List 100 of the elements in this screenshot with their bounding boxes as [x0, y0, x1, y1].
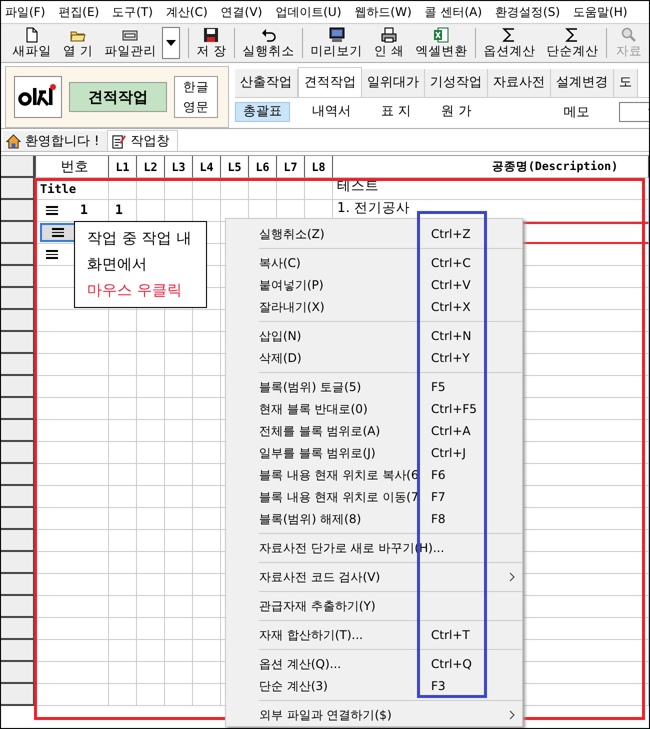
shortcut-text: F3 [431, 679, 446, 693]
menu-item[interactable]: 옵션 계산(Q)... [259, 656, 342, 672]
toolbar-button[interactable]: 새파일 [7, 24, 58, 62]
menu-item[interactable]: 관급자재 추출하기(Y) [259, 598, 376, 614]
row-header[interactable] [1, 332, 35, 354]
toolbar-button[interactable]: 실행취소 [237, 24, 300, 62]
row-header[interactable] [1, 222, 35, 244]
menu-item[interactable]: 단순 계산(3) [259, 678, 328, 694]
row-header[interactable] [1, 486, 35, 508]
table-cell [193, 662, 221, 684]
menu-item[interactable]: 웹하드(W) [354, 4, 421, 20]
tab[interactable]: 기성작업 [425, 69, 488, 97]
table-cell: Title [35, 178, 109, 200]
toolbar-button[interactable]: 인 쇄 [368, 24, 410, 62]
menu-item[interactable]: 블록 내용 현재 위치로 이동(7 [259, 488, 419, 506]
shortcut-text: Ctrl+A [431, 424, 471, 438]
table-cell [165, 552, 193, 574]
menu-item[interactable]: 블록 내용 현재 위치로 복사(6 [259, 466, 419, 484]
toolbar-button[interactable]: 파일관리 [98, 24, 162, 62]
row-header[interactable] [1, 618, 35, 640]
menu-item[interactable]: 블록(범위) 토글(5) [259, 378, 362, 396]
row-header[interactable] [1, 442, 35, 464]
table-cell [193, 508, 221, 530]
row-header[interactable] [1, 684, 35, 706]
row-header[interactable] [1, 200, 35, 222]
toolbar-button[interactable]: 열 기 [57, 24, 99, 62]
menu-item[interactable]: 파일(F) [5, 4, 54, 20]
row-header[interactable] [1, 398, 35, 420]
table-cell [193, 684, 221, 706]
table-cell [193, 376, 221, 398]
menu-item[interactable]: 실행취소(Z) [259, 226, 325, 242]
toolbar-button[interactable]: 엑셀변환 [410, 24, 473, 62]
column-header: L4 [193, 156, 221, 178]
row-header[interactable] [1, 530, 35, 552]
menu-item[interactable]: 자재 합산하기(T)... [259, 626, 363, 644]
menu-item[interactable]: 자료사전 코드 검사(V) [259, 568, 380, 586]
tab[interactable]: 설계변경 [551, 69, 614, 97]
shortcut-text: Ctrl+V [431, 278, 471, 292]
menu-item[interactable]: 현재 블록 반대로(0) [259, 400, 368, 418]
subtab[interactable]: 총괄표 [235, 102, 290, 122]
row-header[interactable] [1, 574, 35, 596]
toolbar-button[interactable]: 옵션계산 [478, 24, 541, 62]
menu-item[interactable]: 블록(범위) 해제(8) [259, 510, 362, 528]
subtab[interactable]: 표 지 [373, 102, 420, 122]
row-header[interactable] [1, 508, 35, 530]
row-header[interactable] [1, 354, 35, 376]
menu-item[interactable]: 업데이트(U) [275, 4, 350, 20]
row-header[interactable] [1, 266, 35, 288]
tab[interactable]: 도 [614, 69, 638, 97]
menu-item[interactable]: 잘라내기(X) [259, 298, 325, 316]
subtab[interactable]: 내역서 [304, 102, 359, 122]
tab[interactable]: 산출작업 [235, 69, 298, 97]
table-cell [165, 618, 193, 640]
column-header: L3 [165, 156, 193, 178]
table-cell [165, 508, 193, 530]
row-header[interactable] [1, 376, 35, 398]
mode-button[interactable]: 견적작업 [69, 82, 167, 112]
dropdown-button[interactable] [162, 27, 180, 59]
menu-item[interactable]: 외부 파일과 연결하기($) [259, 706, 392, 724]
table-cell [137, 398, 165, 420]
menu-item[interactable]: 편집(E) [58, 4, 108, 20]
toolbar-button[interactable]: 저 장 [190, 24, 232, 62]
menu-item[interactable]: 환경설정(S) [495, 4, 570, 20]
menu-item[interactable]: 삽입(N) [259, 328, 302, 344]
table-cell [109, 310, 137, 332]
language-button[interactable]: 한글 영문 [174, 76, 218, 118]
menu-item[interactable]: 도움말(H) [573, 4, 636, 20]
row-header[interactable] [1, 178, 35, 200]
menu-item[interactable]: 삭제(D) [259, 350, 302, 366]
toolbar-button[interactable]: 미리보기 [305, 24, 368, 62]
row-header[interactable] [1, 420, 35, 442]
row-header[interactable] [1, 662, 35, 684]
row-header[interactable] [1, 288, 35, 310]
menu-item[interactable]: 복사(C) [259, 254, 301, 272]
table-cell [109, 618, 137, 640]
tab[interactable]: 자료사전 [488, 69, 551, 97]
menu-item[interactable]: 계산(C) [166, 4, 217, 20]
table-cell [137, 596, 165, 618]
menu-item[interactable]: 전체를 블록 범위로(A) [259, 422, 380, 440]
menu-item[interactable]: 도구(T) [112, 4, 162, 20]
tab[interactable]: 일위대가 [362, 69, 425, 97]
toolbar-button[interactable]: 단순계산 [540, 24, 604, 62]
menu-item[interactable]: 일부를 블록 범위로(J) [259, 444, 376, 462]
row-header[interactable] [1, 552, 35, 574]
row-header[interactable] [1, 640, 35, 662]
tab[interactable]: 견적작업 [298, 67, 362, 97]
document-tab[interactable]: 환영합니다 ! [3, 131, 108, 151]
row-header[interactable] [1, 596, 35, 618]
menu-item[interactable]: 콜 센터(A) [424, 4, 492, 20]
subtab[interactable]: 원 가 [433, 102, 480, 122]
menu-item[interactable]: 연결(V) [220, 4, 272, 20]
row-header[interactable] [1, 310, 35, 332]
row-header[interactable] [1, 244, 35, 266]
shortcut-text: Ctrl+F5 [431, 402, 477, 416]
document-tab[interactable]: 작업창 [107, 130, 178, 151]
table-cell [165, 420, 193, 442]
table-cell [165, 596, 193, 618]
save-icon [203, 26, 220, 42]
menu-item[interactable]: 붙여넣기(P) [259, 276, 324, 294]
row-header[interactable] [1, 464, 35, 486]
